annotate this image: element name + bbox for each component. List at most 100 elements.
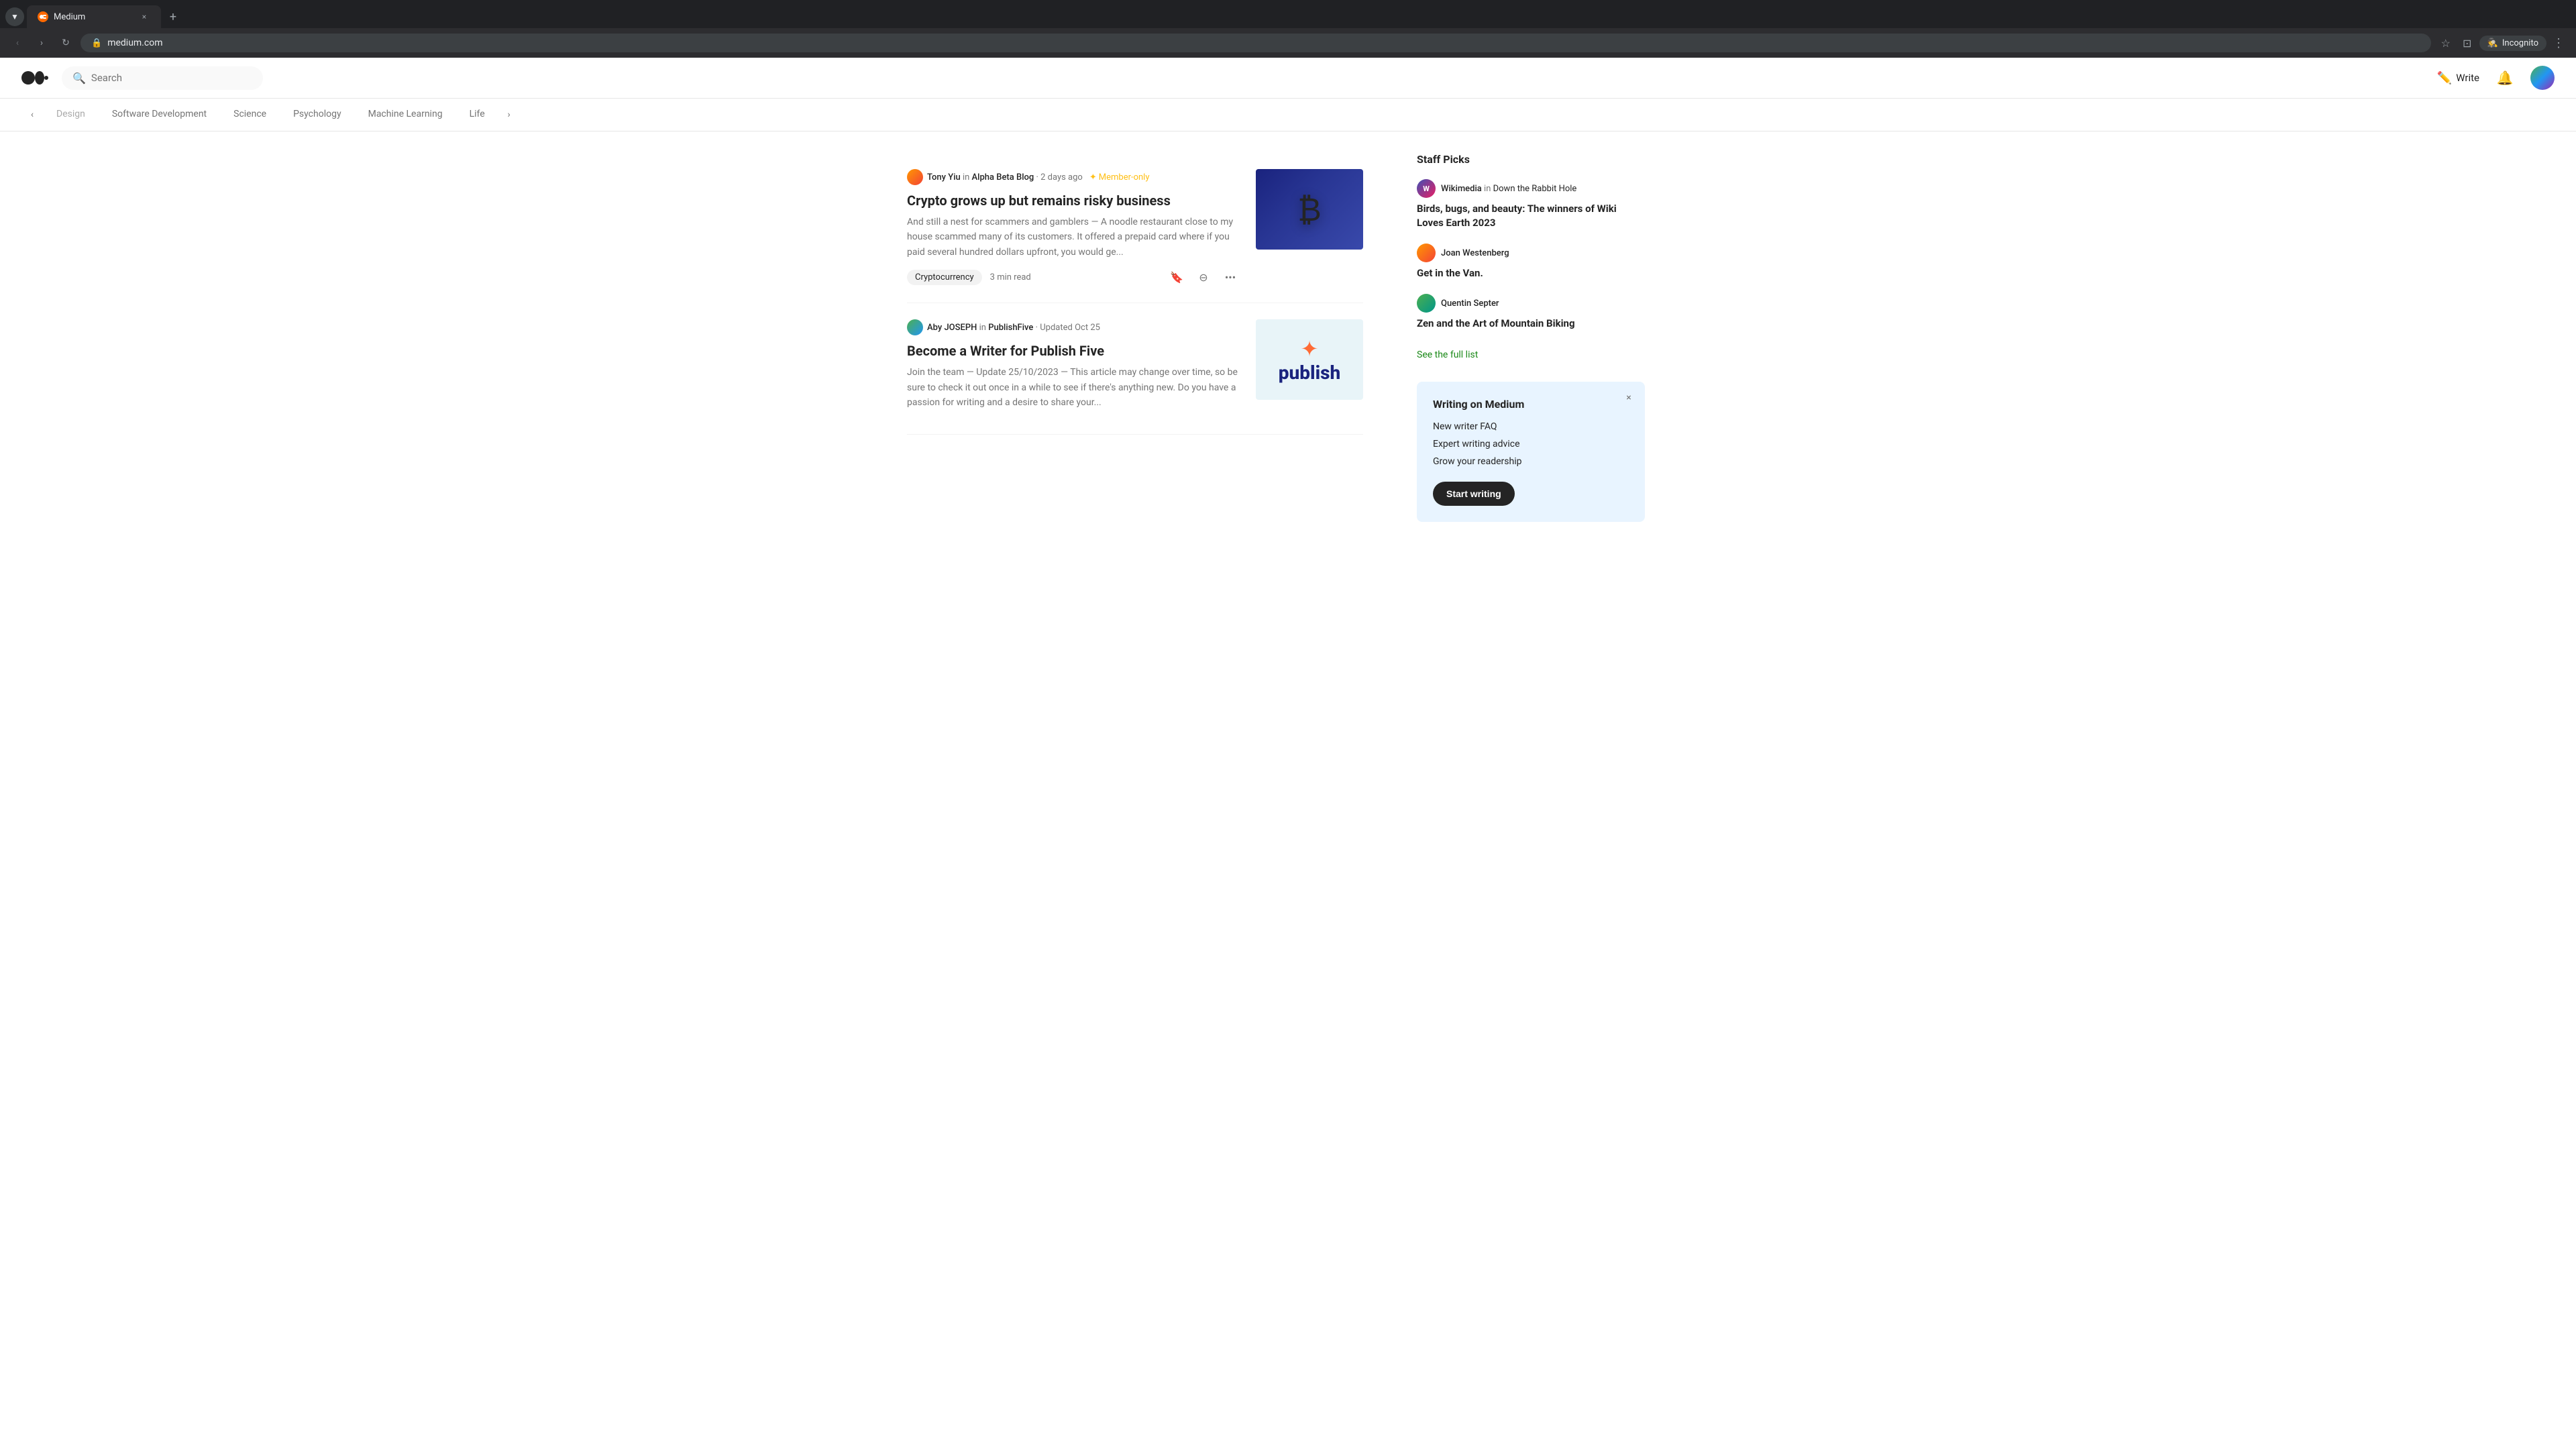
write-label: Write xyxy=(2456,72,2479,84)
see-full-list-link[interactable]: See the full list xyxy=(1417,350,1478,360)
bookmark-icon: 🔖 xyxy=(1170,271,1183,284)
article-thumbnail: ✦ publish xyxy=(1256,319,1363,400)
tab-title: Medium xyxy=(54,12,85,22)
notifications-button[interactable]: 🔔 xyxy=(2493,66,2517,90)
grow-readership-link[interactable]: Grow your readership xyxy=(1433,456,1629,467)
search-box[interactable]: 🔍 Search xyxy=(62,66,263,90)
author-in: in xyxy=(963,172,969,182)
author-avatar xyxy=(907,169,923,185)
split-view-button[interactable]: ⊡ xyxy=(2458,34,2477,52)
publication-name[interactable]: Alpha Beta Blog xyxy=(972,172,1034,182)
search-icon: 🔍 xyxy=(72,72,86,85)
main-layout: Tony Yiu in Alpha Beta Blog · 2 days ago… xyxy=(885,131,1690,543)
expert-writing-link[interactable]: Expert writing advice xyxy=(1433,439,1629,449)
pick-title[interactable]: Get in the Van. xyxy=(1417,266,1645,280)
article-tag[interactable]: Cryptocurrency xyxy=(907,270,982,285)
security-icon: 🔒 xyxy=(91,38,102,48)
tab-favicon xyxy=(38,11,48,22)
incognito-label: Incognito xyxy=(2502,38,2538,48)
pick-title[interactable]: Birds, bugs, and beauty: The winners of … xyxy=(1417,202,1645,230)
browser-menu-button[interactable]: ⋮ xyxy=(2549,34,2568,52)
categories-list: Design Software Development Science Psyc… xyxy=(43,99,498,130)
article-excerpt: Join the team — Update 25/10/2023 — This… xyxy=(907,365,1240,410)
publication-name[interactable]: PublishFive xyxy=(988,323,1033,333)
article-footer: Cryptocurrency 3 min read 🔖 ⊖ ••• xyxy=(907,268,1240,286)
next-arrow-icon: › xyxy=(508,109,511,120)
article-main: Tony Yiu in Alpha Beta Blog · 2 days ago… xyxy=(907,169,1240,286)
start-writing-button[interactable]: Start writing xyxy=(1433,482,1515,506)
pick-meta: Joan Westenberg xyxy=(1417,244,1645,262)
search-placeholder: Search xyxy=(91,72,122,84)
staff-pick-item: Quentin Septer Zen and the Art of Mounta… xyxy=(1417,294,1645,331)
time-ago: 2 days ago xyxy=(1040,172,1083,182)
article-title[interactable]: Crypto grows up but remains risky busine… xyxy=(907,192,1240,209)
article-actions: 🔖 ⊖ ••• xyxy=(1167,268,1240,286)
category-science[interactable]: Science xyxy=(220,99,280,130)
category-nav: ‹ Design Software Development Science Ps… xyxy=(0,99,2576,131)
writing-card-close-button[interactable]: × xyxy=(1621,390,1637,406)
articles-feed: Tony Yiu in Alpha Beta Blog · 2 days ago… xyxy=(907,153,1363,522)
less-button[interactable]: ⊖ xyxy=(1194,268,1213,286)
article-card: Aby JOSEPH in PublishFive · Updated Oct … xyxy=(907,303,1363,435)
bookmark-star-button[interactable]: ☆ xyxy=(2436,34,2455,52)
browser-toolbar: ‹ › ↻ 🔒 medium.com ☆ ⊡ 🕵 Incognito ⋮ xyxy=(0,28,2576,58)
less-icon: ⊖ xyxy=(1199,271,1208,284)
author-in: in xyxy=(979,323,986,333)
staff-pick-item: Joan Westenberg Get in the Van. xyxy=(1417,244,1645,280)
writing-card-title: Writing on Medium xyxy=(1433,398,1629,411)
user-avatar[interactable] xyxy=(2530,66,2555,90)
article-meta-text: Tony Yiu in Alpha Beta Blog · 2 days ago xyxy=(927,172,1083,182)
pick-avatar xyxy=(1417,294,1436,313)
article-meta: Tony Yiu in Alpha Beta Blog · 2 days ago… xyxy=(907,169,1240,185)
reload-button[interactable]: ↻ xyxy=(56,34,75,52)
new-tab-button[interactable]: + xyxy=(164,7,182,26)
pick-author: Joan Westenberg xyxy=(1441,248,1509,258)
address-bar[interactable]: 🔒 medium.com xyxy=(80,34,2431,52)
article-title[interactable]: Become a Writer for Publish Five xyxy=(907,342,1240,360)
pick-meta: W Wikimedia in Down the Rabbit Hole xyxy=(1417,179,1645,198)
forward-button[interactable]: › xyxy=(32,34,51,52)
bell-icon: 🔔 xyxy=(2497,70,2514,86)
article-excerpt: And still a nest for scammers and gamble… xyxy=(907,215,1240,260)
incognito-icon: 🕵 xyxy=(2487,38,2498,48)
article-meta-text: Aby JOSEPH in PublishFive · Updated Oct … xyxy=(927,323,1100,333)
ellipsis-icon: ••• xyxy=(1225,271,1236,284)
pick-avatar xyxy=(1417,244,1436,262)
pick-author: Quentin Septer xyxy=(1441,299,1499,309)
article-thumbnail: ₿ xyxy=(1256,169,1363,250)
new-writer-faq-link[interactable]: New writer FAQ xyxy=(1433,421,1629,432)
author-name[interactable]: Aby JOSEPH xyxy=(927,323,977,333)
staff-picks-title: Staff Picks xyxy=(1417,153,1645,166)
article-card: Tony Yiu in Alpha Beta Blog · 2 days ago… xyxy=(907,153,1363,303)
tab-close-button[interactable]: × xyxy=(138,11,150,23)
pick-title[interactable]: Zen and the Art of Mountain Biking xyxy=(1417,317,1645,331)
write-button[interactable]: ✏️ Write xyxy=(2437,71,2479,85)
page-content: 🔍 Search ✏️ Write 🔔 ‹ Design Software De… xyxy=(0,58,2576,1446)
more-options-button[interactable]: ••• xyxy=(1221,268,1240,286)
categories-next-button[interactable]: › xyxy=(498,99,520,131)
category-psychology[interactable]: Psychology xyxy=(280,99,355,130)
incognito-badge: 🕵 Incognito xyxy=(2479,36,2546,51)
medium-logo[interactable] xyxy=(21,68,48,87)
tab-switcher[interactable]: ▼ xyxy=(5,7,24,26)
category-life[interactable]: Life xyxy=(456,99,498,130)
pick-connector: in xyxy=(1484,184,1491,194)
active-tab[interactable]: Medium × xyxy=(27,5,161,28)
publish-logo: publish xyxy=(1279,362,1341,384)
member-badge: ✦ Member-only xyxy=(1089,172,1150,182)
bitcoin-icon: ₿ xyxy=(1297,191,1322,229)
category-design[interactable]: Design xyxy=(43,99,99,130)
read-time: 3 min read xyxy=(990,272,1031,282)
back-button[interactable]: ‹ xyxy=(8,34,27,52)
prev-arrow-icon: ‹ xyxy=(31,109,34,120)
bookmark-button[interactable]: 🔖 xyxy=(1167,268,1186,286)
categories-prev-button[interactable]: ‹ xyxy=(21,99,43,131)
header-actions: ✏️ Write 🔔 xyxy=(2437,66,2555,90)
pick-meta-text: Quentin Septer xyxy=(1441,299,1499,309)
author-name[interactable]: Tony Yiu xyxy=(927,172,961,182)
category-machine-learning[interactable]: Machine Learning xyxy=(355,99,456,130)
article-main: Aby JOSEPH in PublishFive · Updated Oct … xyxy=(907,319,1240,418)
author-avatar xyxy=(907,319,923,335)
time-prefix: Updated xyxy=(1040,323,1073,333)
category-software-development[interactable]: Software Development xyxy=(99,99,220,130)
